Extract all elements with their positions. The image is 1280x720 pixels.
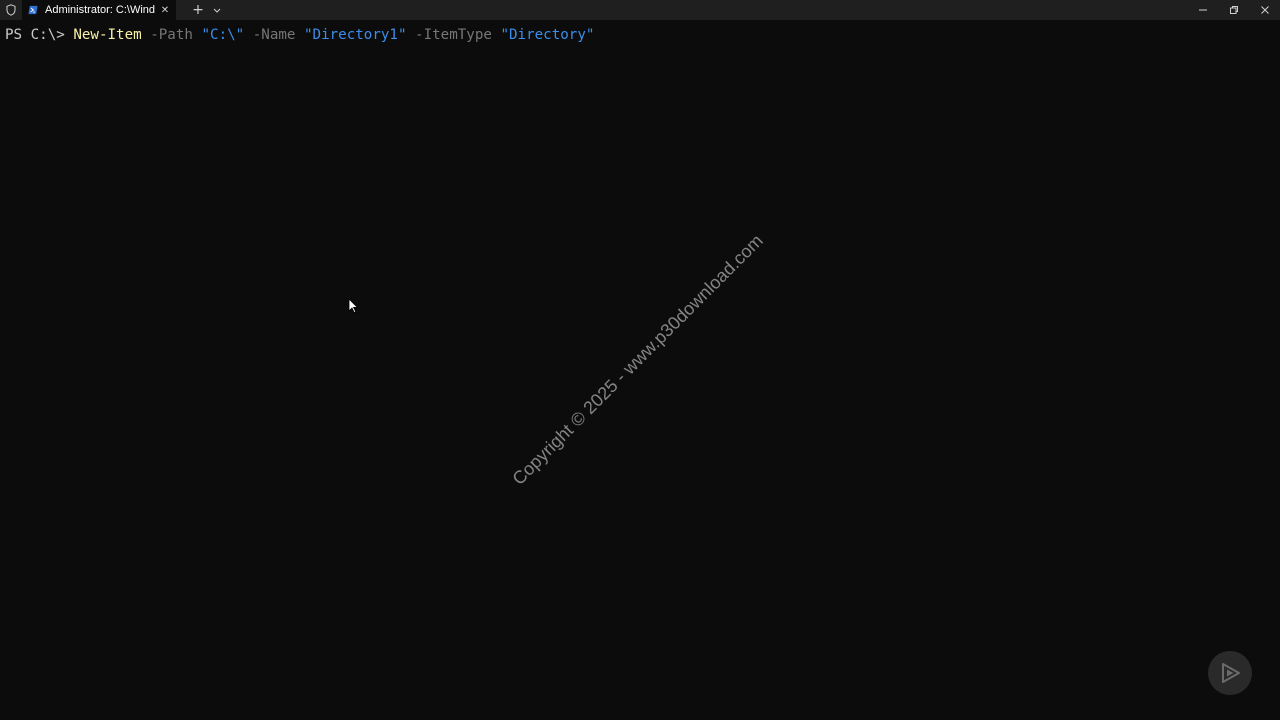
window-close-button[interactable]	[1249, 0, 1280, 20]
window-close-icon	[1260, 6, 1269, 14]
value-itemtype: "Directory"	[500, 27, 595, 43]
param-path: -Path	[141, 27, 202, 43]
title-bar: Administrator: C:\Windows\System32\Windo…	[0, 0, 1280, 20]
command-line: PS C:\> New-Item -Path "C:\" -Name "Dire…	[5, 26, 594, 44]
restore-icon	[1229, 6, 1238, 14]
close-icon[interactable]: ✕	[158, 3, 172, 17]
value-name: "Directory1"	[304, 27, 407, 43]
new-tab-button[interactable]: +	[187, 0, 209, 20]
terminal-window: Administrator: C:\Windows\System32\Windo…	[0, 0, 1280, 720]
minimize-button[interactable]	[1187, 0, 1218, 20]
minimize-icon	[1198, 9, 1207, 11]
play-icon	[1222, 663, 1240, 683]
window-controls	[1187, 0, 1280, 20]
tab-dropdown-button[interactable]	[209, 0, 225, 20]
mouse-pointer-icon	[348, 298, 359, 318]
plus-icon: +	[192, 2, 204, 18]
param-itemtype: -ItemType	[406, 27, 501, 43]
cmdlet-name: New-Item	[73, 27, 142, 43]
play-button[interactable]	[1208, 651, 1252, 695]
tab-title: Administrator: C:\Windows\System32\Windo…	[45, 4, 155, 16]
powershell-icon	[28, 5, 38, 15]
chevron-down-icon	[213, 8, 221, 13]
restore-button[interactable]	[1218, 0, 1249, 20]
value-path: "C:\"	[201, 27, 245, 43]
prompt: PS C:\>	[5, 27, 74, 43]
shield-icon	[0, 0, 22, 20]
param-name: -Name	[244, 27, 304, 43]
tab-powershell[interactable]: Administrator: C:\Windows\System32\Windo…	[22, 0, 176, 20]
